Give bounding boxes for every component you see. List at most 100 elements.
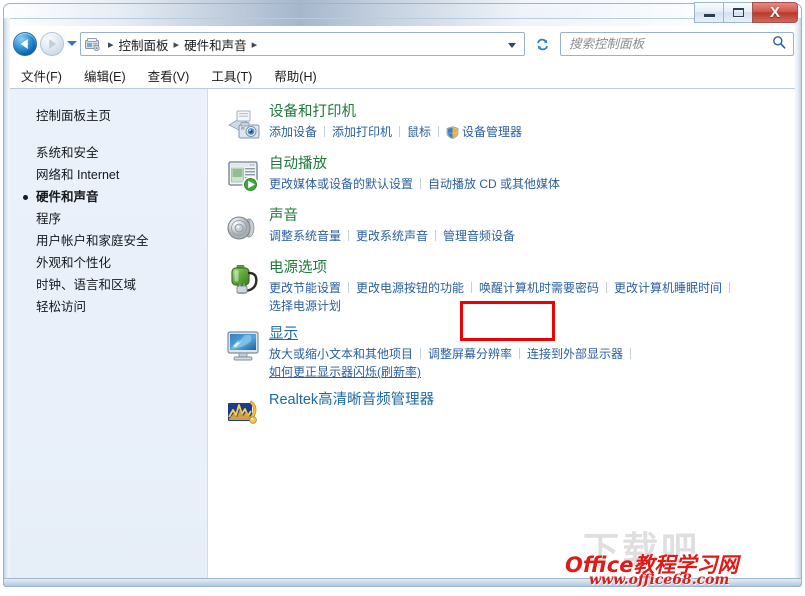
category-title-row: 设备和打印机 xyxy=(269,103,795,123)
task-link[interactable]: 自动播放 CD 或其他媒体 xyxy=(428,177,560,191)
task-link[interactable]: 更改计算机睡眠时间 xyxy=(614,281,722,295)
category-title-link[interactable]: 声音 xyxy=(269,207,298,226)
link-separator xyxy=(420,178,422,189)
breadcrumb-separator: ▸ xyxy=(173,38,180,51)
breadcrumb-control-panel[interactable]: 控制面板 xyxy=(119,35,169,54)
navigation-bar: ▸ 控制面板 ▸ 硬件和声音 ▸ xyxy=(10,30,795,60)
category-links-row: 添加设备 添加打印机 鼠标 设备管理器 xyxy=(269,123,795,144)
frame-bottom-edge xyxy=(3,578,802,587)
task-link[interactable]: 更改系统声音 xyxy=(356,229,428,243)
task-link[interactable]: 更改电源按钮的功能 xyxy=(356,281,464,295)
category-autoplay: 自动播放更改媒体或设备的默认设置 自动播放 CD 或其他媒体 xyxy=(221,155,795,197)
control-panel-window: X ▸ 控制面板 ▸ 硬件和声音 ▸ 搜索控制面板 文件(F) 编辑(E) 查看… xyxy=(0,0,805,596)
menu-file[interactable]: 文件(F) xyxy=(18,65,65,86)
sidebar-item-3[interactable]: 程序 xyxy=(10,208,207,230)
menu-tools[interactable]: 工具(T) xyxy=(208,65,255,86)
autoplay-icon[interactable] xyxy=(225,157,263,195)
back-button[interactable] xyxy=(13,32,37,56)
task-link[interactable]: 更改节能设置 xyxy=(269,281,341,295)
search-icon[interactable] xyxy=(772,35,786,54)
task-link[interactable]: 连接到外部显示器 xyxy=(527,347,623,361)
task-link[interactable]: 放大或缩小文本和其他项目 xyxy=(269,347,413,361)
category-links-row: 选择电源计划 xyxy=(269,297,795,315)
category-display: 显示放大或缩小文本和其他项目 调整屏幕分辨率 连接到外部显示器如何更正显示器闪烁(刷… xyxy=(221,325,795,381)
task-link[interactable]: 鼠标 xyxy=(407,125,431,139)
task-link[interactable]: 添加打印机 xyxy=(332,125,392,139)
sidebar-item-1[interactable]: 网络和 Internet xyxy=(10,164,207,186)
forward-button[interactable] xyxy=(40,32,64,56)
refresh-button[interactable] xyxy=(531,32,554,56)
monitor-icon[interactable] xyxy=(225,327,263,365)
task-link[interactable]: 设备管理器 xyxy=(446,125,522,139)
sidebar-item-label: 网络和 Internet xyxy=(36,168,120,182)
forward-arrow-icon xyxy=(49,39,57,49)
minimize-icon xyxy=(703,14,715,17)
sidebar-item-6[interactable]: 时钟、语言和区域 xyxy=(10,274,207,296)
speaker-icon[interactable] xyxy=(225,209,263,247)
refresh-icon xyxy=(537,38,548,50)
category-power-options: 电源选项更改节能设置 更改电源按钮的功能 唤醒计算机时需要密码 更改计算机睡眠时间选择… xyxy=(221,259,795,315)
task-link[interactable]: 调整屏幕分辨率 xyxy=(428,347,512,361)
category-links-row: 更改节能设置 更改电源按钮的功能 唤醒计算机时需要密码 更改计算机睡眠时间 xyxy=(269,279,795,297)
sidebar-item-2[interactable]: 硬件和声音 xyxy=(10,186,207,208)
sidebar-item-label: 系统和安全 xyxy=(36,146,99,160)
realtek-audio-icon[interactable] xyxy=(225,393,263,431)
close-button[interactable]: X xyxy=(752,2,798,23)
breadcrumb-separator[interactable]: ▸ xyxy=(252,38,258,51)
category-links-row: 放大或缩小文本和其他项目 调整屏幕分辨率 连接到外部显示器 xyxy=(269,345,795,363)
search-input[interactable] xyxy=(561,36,772,52)
link-separator xyxy=(519,348,521,359)
minimize-button[interactable] xyxy=(694,2,723,23)
task-link[interactable]: 添加设备 xyxy=(269,125,317,139)
window-controls: X xyxy=(694,2,798,23)
category-title-link[interactable]: 电源选项 xyxy=(269,259,327,278)
maximize-icon xyxy=(732,8,744,17)
sidebar-item-7[interactable]: 轻松访问 xyxy=(10,296,207,318)
sidebar-item-label: 程序 xyxy=(36,212,62,226)
sidebar: 控制面板主页 系统和安全网络和 Internet 硬件和声音程序用户帐户和家庭安全… xyxy=(10,89,208,578)
address-dropdown-chevron-down-icon[interactable] xyxy=(508,43,516,48)
sidebar-item-4[interactable]: 用户帐户和家庭安全 xyxy=(10,230,207,252)
category-title-row: Realtek高清晰音频管理器 xyxy=(269,391,795,411)
task-link[interactable]: 唤醒计算机时需要密码 xyxy=(479,281,599,295)
sidebar-item-0[interactable]: 系统和安全 xyxy=(10,142,207,164)
uac-shield-icon xyxy=(446,126,459,144)
menu-bar: 文件(F) 编辑(E) 查看(V) 工具(T) 帮助(H) xyxy=(10,64,795,86)
category-sound: 声音调整系统音量 更改系统声音 管理音频设备 xyxy=(221,207,795,249)
task-link[interactable]: 管理音频设备 xyxy=(443,229,515,243)
task-link[interactable]: 如何更正显示器闪烁(刷新率) xyxy=(269,365,421,379)
link-separator xyxy=(324,126,326,137)
link-separator xyxy=(630,348,632,359)
menu-edit[interactable]: 编辑(E) xyxy=(81,65,129,86)
address-bar[interactable]: ▸ 控制面板 ▸ 硬件和声音 ▸ xyxy=(80,32,525,56)
search-box[interactable] xyxy=(560,32,794,56)
maximize-button[interactable] xyxy=(723,2,752,23)
title-bar xyxy=(0,0,805,26)
sidebar-item-5[interactable]: 外观和个性化 xyxy=(10,252,207,274)
menu-view[interactable]: 查看(V) xyxy=(145,65,193,86)
category-title-link[interactable]: 自动播放 xyxy=(269,155,327,174)
printer-camera-icon[interactable] xyxy=(225,105,263,143)
task-link[interactable]: 调整系统音量 xyxy=(269,229,341,243)
back-arrow-icon xyxy=(20,39,28,49)
menu-help[interactable]: 帮助(H) xyxy=(271,65,319,86)
task-link[interactable]: 选择电源计划 xyxy=(269,299,341,313)
link-separator xyxy=(606,282,608,293)
link-separator xyxy=(729,282,731,293)
breadcrumb-separator: ▸ xyxy=(108,38,114,51)
close-icon: X xyxy=(769,3,780,21)
task-link[interactable]: 更改媒体或设备的默认设置 xyxy=(269,177,413,191)
sidebar-item-label: 用户帐户和家庭安全 xyxy=(36,234,149,248)
category-links-row: 更改媒体或设备的默认设置 自动播放 CD 或其他媒体 xyxy=(269,175,795,193)
category-links-row: 如何更正显示器闪烁(刷新率) xyxy=(269,363,795,381)
category-title-link[interactable]: 显示 xyxy=(269,325,298,344)
recent-locations-chevron-down-icon[interactable] xyxy=(67,41,77,46)
category-title-link[interactable]: Realtek高清晰音频管理器 xyxy=(269,391,434,410)
battery-plug-icon[interactable] xyxy=(225,261,263,299)
sidebar-item-control-panel-home[interactable]: 控制面板主页 xyxy=(10,103,207,126)
link-separator xyxy=(435,230,437,241)
breadcrumb-hardware-and-sound[interactable]: 硬件和声音 xyxy=(184,35,247,54)
category-title-row: 显示 xyxy=(269,325,795,345)
frame-right-edge xyxy=(795,18,802,584)
category-title-link[interactable]: 设备和打印机 xyxy=(269,103,356,122)
